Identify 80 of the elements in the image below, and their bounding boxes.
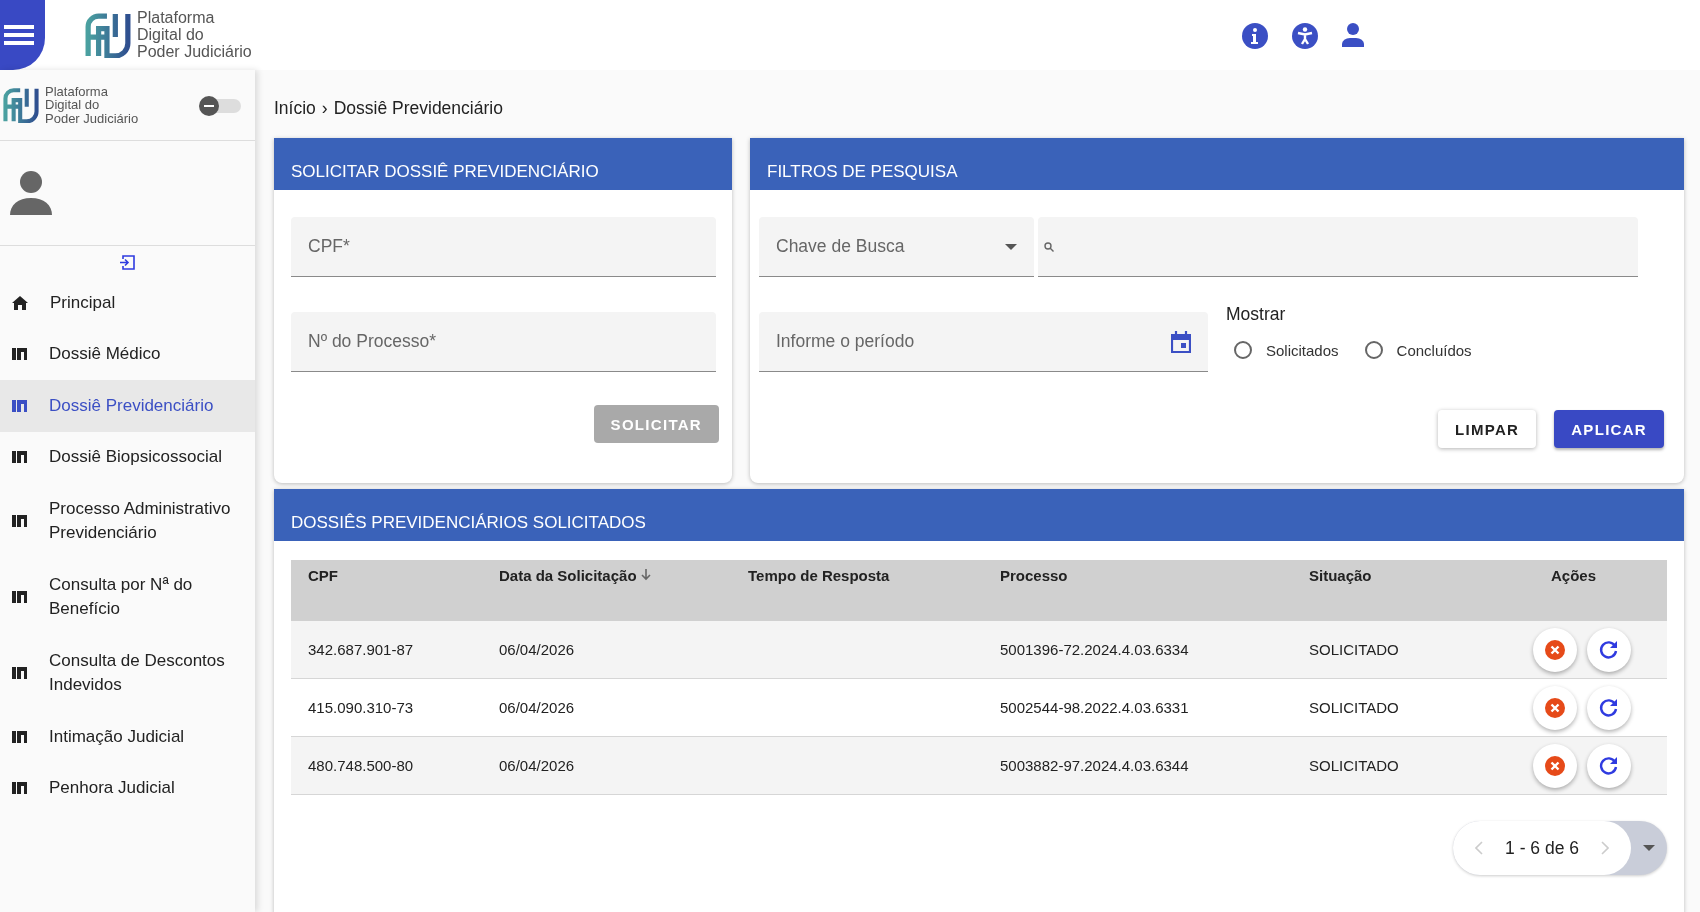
table-cell: 06/04/2026 (482, 736, 731, 795)
sidebar-item[interactable]: Dossiê Médico (0, 328, 255, 380)
panel-title: SOLICITAR DOSSIÊ PREVIDENCIÁRIO (291, 162, 599, 182)
logo-text: Plataforma Digital do Poder Judiciário (137, 10, 252, 61)
column-header: Situação (1292, 560, 1480, 621)
radio-option[interactable]: Solicitados (1234, 341, 1339, 359)
user-icon[interactable] (1341, 22, 1365, 48)
chart-icon (12, 451, 27, 464)
date-field[interactable]: Informe o período (759, 312, 1208, 372)
refresh-button[interactable] (1587, 743, 1631, 788)
info-icon[interactable] (1241, 22, 1269, 50)
column-header: Ações (1480, 560, 1667, 621)
home-icon (12, 295, 28, 310)
sidebar-item[interactable]: Consulta por Nª do Benefício (0, 559, 255, 635)
table-cell: 480.748.500-80 (291, 736, 482, 795)
chart-icon (12, 399, 27, 412)
cancel-icon (1545, 697, 1565, 718)
menu-icon (4, 24, 34, 46)
refresh-icon (1599, 639, 1619, 660)
sidebar-item[interactable]: Dossiê Biopsicossocial (0, 431, 255, 483)
refresh-icon (1599, 697, 1619, 718)
table-cell: 06/04/2026 (482, 678, 731, 737)
chart-icon (12, 782, 27, 795)
breadcrumb-item: Dossiê Previdenciário (333, 97, 503, 119)
column-header: Processo (983, 560, 1292, 621)
cancel-button[interactable] (1533, 627, 1577, 672)
sidebar-item[interactable]: Intimação Judicial (0, 711, 255, 763)
menu-button[interactable] (0, 0, 45, 70)
chart-icon (12, 348, 27, 361)
table-cell: 06/04/2026 (482, 621, 731, 679)
cancel-button[interactable] (1533, 743, 1577, 788)
refresh-button[interactable] (1587, 685, 1631, 730)
table-cell: 415.090.310-73 (291, 678, 482, 737)
clear-button[interactable]: LIMPAR (1438, 410, 1537, 448)
table-cell: 5001396-72.2024.4.03.6334 (983, 621, 1292, 679)
logo-icon (85, 12, 131, 59)
table-cell: 5002544-98.2022.4.03.6331 (983, 678, 1292, 737)
accessibility-icon[interactable] (1291, 22, 1319, 50)
dropdown-field[interactable]: Chave de Busca (759, 217, 1034, 277)
page-range: 1 - 6 de 6 (1505, 837, 1579, 859)
sidebar-item[interactable]: Consulta de Descontos Indevidos (0, 635, 255, 711)
sidebar-item[interactable]: Processo Administrativo Previdenciário (0, 483, 255, 559)
table-cell: SOLICITADO (1292, 736, 1480, 795)
show-label: Mostrar (1226, 304, 1287, 325)
table-cell: SOLICITADO (1292, 621, 1480, 679)
logo-icon (3, 87, 39, 123)
sidebar-item[interactable]: Penhora Judicial (0, 762, 255, 814)
radio-option[interactable]: Concluídos (1364, 341, 1472, 359)
cancel-icon (1545, 755, 1565, 776)
table-cell: 5003882-97.2024.4.03.6344 (983, 736, 1292, 795)
column-header[interactable]: Data da Solicitação (482, 560, 731, 621)
breadcrumb-item[interactable]: Início (274, 97, 316, 119)
panel-title: FILTROS DE PESQUISA (767, 162, 958, 182)
column-header: CPF (291, 560, 482, 621)
apply-button[interactable]: APLICAR (1554, 410, 1664, 448)
cancel-button[interactable] (1533, 685, 1577, 730)
search-field[interactable] (1038, 217, 1638, 277)
chart-icon (12, 730, 27, 743)
input-field[interactable]: CPF* (291, 217, 716, 277)
avatar-icon (10, 171, 52, 215)
toggle-switch[interactable] (199, 96, 241, 114)
table-cell: SOLICITADO (1292, 678, 1480, 737)
logout-icon[interactable] (119, 254, 136, 271)
sidebar-item[interactable]: Dossiê Previdenciário (0, 380, 255, 432)
sidebar-item[interactable]: Principal (0, 277, 255, 329)
input-field[interactable]: Nº do Processo* (291, 312, 716, 372)
chart-icon (12, 591, 27, 603)
chart-icon (12, 515, 27, 527)
refresh-button[interactable] (1587, 627, 1631, 672)
cancel-icon (1545, 639, 1565, 660)
panel-title: DOSSIÊS PREVIDENCIÁRIOS SOLICITADOS (291, 513, 646, 533)
dropdown-caret-icon (1005, 244, 1017, 250)
logo-text: Plataforma Digital do Poder Judiciário (45, 84, 139, 126)
calendar-icon[interactable] (1171, 331, 1191, 353)
column-header: Tempo de Resposta (731, 560, 983, 621)
table-cell: 342.687.901-87 (291, 621, 482, 679)
chart-icon (12, 667, 27, 679)
sort-arrow-icon (640, 569, 651, 581)
breadcrumb-separator: › (321, 97, 328, 119)
refresh-icon (1599, 755, 1619, 776)
